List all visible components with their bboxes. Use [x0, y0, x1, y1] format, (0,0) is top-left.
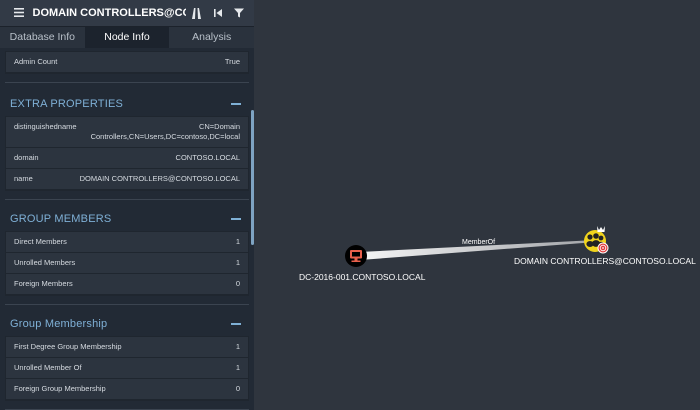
- property-value: DOMAIN CONTROLLERS@CONTOSO.LOCAL: [79, 174, 240, 183]
- row-label: Direct Members: [14, 237, 67, 246]
- tab-node-info[interactable]: Node Info: [84, 27, 170, 48]
- extra-properties-block: distinguishedname CN=Domain Controllers,…: [5, 116, 249, 191]
- computer-node[interactable]: [345, 245, 367, 267]
- row-count: 1: [235, 237, 240, 246]
- pathfinding-icon[interactable]: [186, 2, 208, 24]
- membership-row-first-degree[interactable]: First Degree Group Membership 1: [6, 337, 248, 358]
- group-members-block: Direct Members 1 Unrolled Members 1 Fore…: [5, 231, 249, 296]
- membership-row-unrolled[interactable]: Unrolled Member Of 1: [6, 358, 248, 379]
- membership-row-foreign[interactable]: Foreign Group Membership 0: [6, 379, 248, 400]
- tab-database-info[interactable]: Database Info: [0, 27, 85, 48]
- member-row-unrolled[interactable]: Unrolled Members 1: [6, 253, 248, 274]
- properties-block: Admin Count True: [5, 51, 249, 74]
- search-input[interactable]: [29, 3, 186, 23]
- row-count: 1: [235, 342, 240, 351]
- section-title: EXTRA PROPERTIES: [10, 98, 124, 110]
- section-divider: [5, 304, 249, 305]
- member-row-direct[interactable]: Direct Members 1: [6, 232, 248, 253]
- panel-tabs: Database Info Node Info Analysis: [0, 27, 254, 48]
- property-row-distinguishedname: distinguishedname CN=Domain Controllers,…: [6, 117, 248, 148]
- node-info-panel: Database Info Node Info Analysis Admin C…: [0, 0, 254, 410]
- row-label: First Degree Group Membership: [14, 342, 122, 351]
- computer-node-label: DC-2016-001.CONTOSO.LOCAL: [299, 272, 426, 282]
- row-count: 1: [235, 363, 240, 372]
- property-row-name: name DOMAIN CONTROLLERS@CONTOSO.LOCAL: [6, 169, 248, 190]
- property-row-admin-count: Admin Count True: [6, 52, 248, 73]
- search-bar: [0, 0, 254, 27]
- group-node[interactable]: [584, 226, 609, 254]
- property-value: True: [224, 57, 240, 66]
- row-count: 1: [235, 258, 240, 267]
- property-label: domain: [14, 153, 39, 162]
- property-row-domain: domain CONTOSO.LOCAL: [6, 148, 248, 169]
- property-value: CONTOSO.LOCAL: [175, 153, 240, 162]
- section-divider: [5, 82, 249, 83]
- row-count: 0: [235, 279, 240, 288]
- section-divider: [5, 199, 249, 200]
- row-label: Foreign Members: [14, 279, 73, 288]
- collapse-icon[interactable]: [231, 323, 241, 325]
- section-title: Group Membership: [10, 318, 108, 330]
- row-label: Unrolled Members: [14, 258, 76, 267]
- group-node-label: DOMAIN CONTROLLERS@CONTOSO.LOCAL: [514, 256, 696, 266]
- back-icon[interactable]: [207, 2, 229, 24]
- crown-badge-icon: [597, 226, 605, 232]
- edge-label: MemberOf: [462, 239, 496, 246]
- group-membership-header[interactable]: Group Membership: [5, 315, 249, 333]
- group-members-header[interactable]: GROUP MEMBERS: [5, 210, 249, 228]
- panel-body[interactable]: Admin Count True EXTRA PROPERTIES distin…: [0, 48, 254, 410]
- scrollbar-thumb[interactable]: [251, 110, 254, 245]
- collapse-icon[interactable]: [231, 103, 241, 105]
- extra-properties-header[interactable]: EXTRA PROPERTIES: [5, 95, 249, 113]
- filter-icon[interactable]: [229, 2, 251, 24]
- target-badge-icon: [597, 242, 609, 254]
- row-label: Unrolled Member Of: [14, 363, 82, 372]
- member-row-foreign[interactable]: Foreign Members 0: [6, 274, 248, 295]
- section-title: GROUP MEMBERS: [10, 213, 112, 225]
- property-label: distinguishedname: [14, 122, 77, 131]
- collapse-icon[interactable]: [231, 218, 241, 220]
- tab-analysis[interactable]: Analysis: [169, 27, 254, 48]
- row-count: 0: [235, 384, 240, 393]
- property-label: Admin Count: [14, 57, 58, 66]
- property-label: name: [14, 174, 33, 183]
- group-membership-block: First Degree Group Membership 1 Unrolled…: [5, 336, 249, 401]
- row-label: Foreign Group Membership: [14, 384, 106, 393]
- menu-icon[interactable]: [8, 6, 30, 20]
- property-value: CN=Domain Controllers,CN=Users,DC=contos…: [90, 122, 240, 141]
